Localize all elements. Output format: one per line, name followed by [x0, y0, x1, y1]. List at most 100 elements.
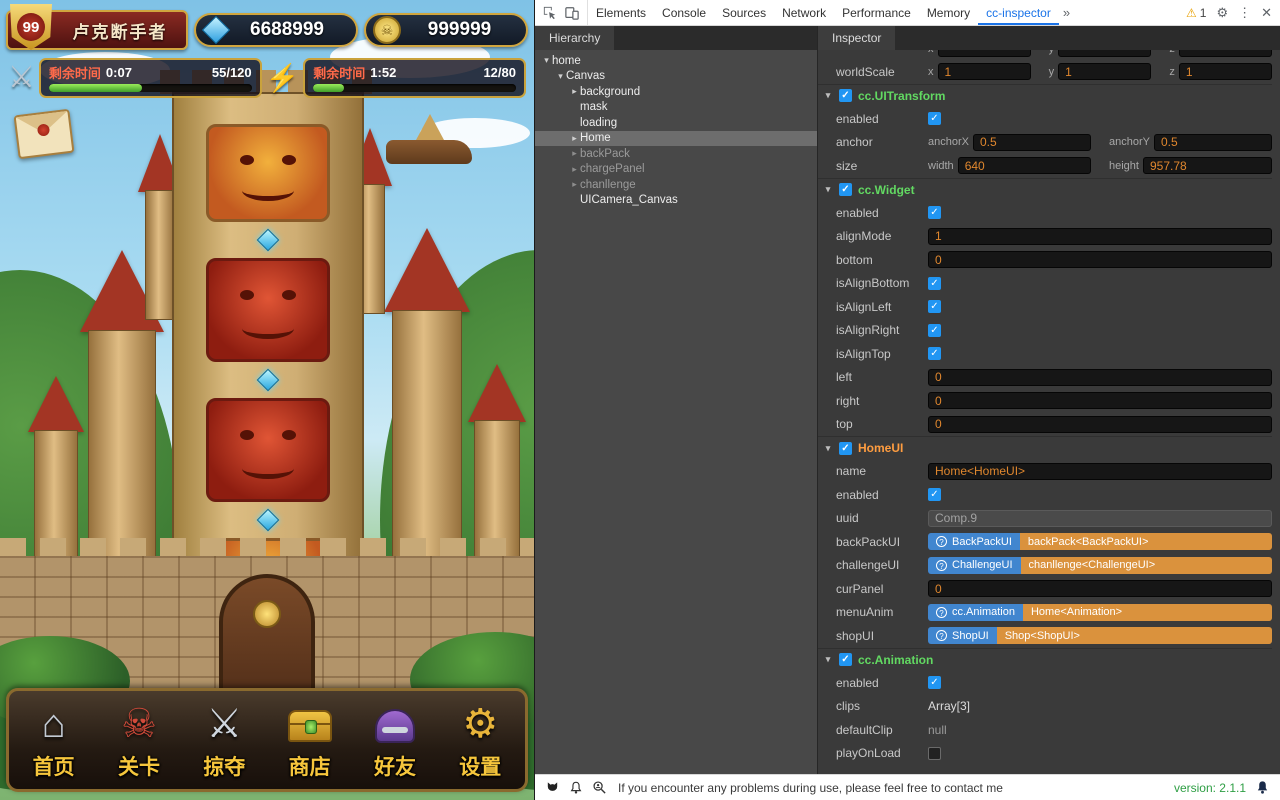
cc.UITransform-enabled-checkbox[interactable]: ✓ [839, 89, 852, 102]
hierarchy-node-loading[interactable]: loading [535, 115, 817, 131]
name-input[interactable]: Home<HomeUI> [928, 463, 1272, 480]
hierarchy-node-home[interactable]: ▾home [535, 53, 817, 69]
devtools-tab-performance[interactable]: Performance [834, 0, 919, 25]
nav-settings-button[interactable]: ⚙设置 [438, 697, 523, 785]
field-y-input[interactable] [1058, 50, 1151, 57]
component-header-cc.UITransform[interactable]: ▾✓cc.UITransform [818, 84, 1272, 108]
devtools-body: Hierarchy ▾home▾Canvas▸backgroundmaskloa… [535, 26, 1280, 774]
notification-bell-icon[interactable] [1255, 780, 1270, 795]
hierarchy-node-UICamera_Canvas[interactable]: UICamera_Canvas [535, 193, 817, 209]
playOnLoad-checkbox[interactable] [928, 747, 941, 760]
component-header-HomeUI[interactable]: ▾✓HomeUI [818, 436, 1272, 460]
worldScale-x-input[interactable]: 1 [938, 63, 1031, 80]
nav-plunder-button[interactable]: ⚔掠夺 [182, 697, 267, 785]
enabled-checkbox[interactable]: ✓ [928, 112, 941, 125]
isAlignRight-checkbox[interactable]: ✓ [928, 324, 941, 337]
reference-badge[interactable]: ?ShopUI [928, 627, 997, 644]
inspector-tab[interactable]: Inspector [818, 26, 895, 50]
expand-arrow-icon[interactable]: ▸ [569, 86, 580, 97]
top-input[interactable]: 0 [928, 416, 1272, 433]
nav-friends-button[interactable]: 好友 [352, 697, 437, 785]
isAlignTop-checkbox[interactable]: ✓ [928, 347, 941, 360]
bell-icon[interactable] [569, 781, 583, 795]
nav-shop-button[interactable]: 商店 [267, 697, 352, 785]
uuid-input[interactable]: Comp.9 [928, 510, 1272, 527]
devtools-tab-cc-inspector[interactable]: cc-inspector [978, 0, 1059, 25]
menuAnim-reference[interactable]: ?cc.AnimationHome<Animation> [928, 604, 1272, 621]
worldScale-y-input[interactable]: 1 [1058, 63, 1151, 80]
mail-button[interactable] [14, 109, 75, 159]
menu-kebab-icon[interactable]: ⋮ [1238, 5, 1251, 21]
bottom-input[interactable]: 0 [928, 251, 1272, 268]
worldScale-z-input[interactable]: 1 [1179, 63, 1272, 80]
expand-arrow-icon[interactable]: ▸ [569, 148, 580, 159]
tab-overflow-icon[interactable]: » [1059, 5, 1074, 20]
expand-arrow-icon[interactable]: ▸ [569, 133, 580, 144]
stamina-timer[interactable]: 剩余时间 0:07 55/120 [39, 58, 262, 98]
size-width-input[interactable]: 640 [958, 157, 1091, 174]
hierarchy-node-backPack[interactable]: ▸backPack [535, 146, 817, 162]
gold-currency[interactable]: ☠ 999999 [364, 13, 528, 47]
collapse-arrow-icon[interactable]: ▾ [541, 55, 552, 66]
warning-indicator[interactable]: ⚠ 1 [1186, 6, 1206, 20]
shopUI-reference[interactable]: ?ShopUIShop<ShopUI> [928, 627, 1272, 644]
field-x-input[interactable] [938, 50, 1031, 57]
github-icon[interactable] [545, 780, 560, 795]
hierarchy-node-background[interactable]: ▸background [535, 84, 817, 100]
inspect-element-icon[interactable] [543, 6, 557, 20]
devtools-tab-memory[interactable]: Memory [919, 0, 978, 25]
size-height-input[interactable]: 957.78 [1143, 157, 1272, 174]
isAlignLeft-checkbox[interactable]: ✓ [928, 300, 941, 313]
reference-badge[interactable]: ?cc.Animation [928, 604, 1023, 621]
devtools-tab-elements[interactable]: Elements [588, 0, 654, 25]
right-input[interactable]: 0 [928, 392, 1272, 409]
reference-badge[interactable]: ?BackPackUI [928, 533, 1020, 550]
devtools-tab-network[interactable]: Network [774, 0, 834, 25]
collapse-arrow-icon[interactable]: ▾ [823, 654, 833, 665]
nav-home-button[interactable]: ⌂首页 [11, 697, 96, 785]
backPackUI-reference[interactable]: ?BackPackUIbackPack<BackPackUI> [928, 533, 1272, 550]
cc.Widget-enabled-checkbox[interactable]: ✓ [839, 183, 852, 196]
collapse-arrow-icon[interactable]: ▾ [555, 71, 566, 82]
challengeUI-reference[interactable]: ?ChallengeUIchanllenge<ChallengeUI> [928, 557, 1272, 574]
curPanel-input[interactable]: 0 [928, 580, 1272, 597]
device-toolbar-icon[interactable] [565, 6, 579, 20]
collapse-arrow-icon[interactable]: ▾ [823, 90, 833, 101]
enabled-checkbox[interactable]: ✓ [928, 206, 941, 219]
hierarchy-node-mask[interactable]: mask [535, 100, 817, 116]
isAlignBottom-checkbox[interactable]: ✓ [928, 277, 941, 290]
player-banner[interactable]: 99 卢克断手者 [6, 10, 188, 50]
collapse-arrow-icon[interactable]: ▾ [823, 443, 833, 454]
hierarchy-node-Home[interactable]: ▸Home [535, 131, 817, 147]
collapse-arrow-icon[interactable]: ▾ [823, 184, 833, 195]
hierarchy-node-chanllenge[interactable]: ▸chanllenge [535, 177, 817, 193]
expand-arrow-icon[interactable]: ▸ [569, 179, 580, 190]
anchor-anchorX-input[interactable]: 0.5 [973, 134, 1091, 151]
enabled-checkbox[interactable]: ✓ [928, 676, 941, 689]
alignMode-input[interactable]: 1 [928, 228, 1272, 245]
devtools-statusbar: If you encounter any problems during use… [535, 774, 1280, 800]
HomeUI-enabled-checkbox[interactable]: ✓ [839, 442, 852, 455]
cc.Animation-enabled-checkbox[interactable]: ✓ [839, 653, 852, 666]
settings-gear-icon[interactable]: ⚙ [1216, 5, 1228, 21]
nav-levels-button[interactable]: ☠关卡 [96, 697, 181, 785]
expand-arrow-icon[interactable]: ▸ [569, 164, 580, 175]
hierarchy-node-Canvas[interactable]: ▾Canvas [535, 69, 817, 85]
contact-search-icon[interactable] [592, 780, 607, 795]
field-z-input[interactable] [1179, 50, 1272, 57]
enabled-checkbox[interactable]: ✓ [928, 488, 941, 501]
diamond-currency[interactable]: 6688999 [194, 13, 358, 47]
devtools-tab-sources[interactable]: Sources [714, 0, 774, 25]
anchor-anchorY-input[interactable]: 0.5 [1154, 134, 1272, 151]
hierarchy-node-chargePanel[interactable]: ▸chargePanel [535, 162, 817, 178]
component-header-cc.Animation[interactable]: ▾✓cc.Animation [818, 648, 1272, 672]
devtools-tab-console[interactable]: Console [654, 0, 714, 25]
close-icon[interactable]: ✕ [1261, 5, 1272, 21]
parapet [0, 538, 534, 558]
property-worldScale: worldScalex1y1z1 [818, 60, 1272, 84]
component-header-cc.Widget[interactable]: ▾✓cc.Widget [818, 178, 1272, 202]
energy-timer[interactable]: 剩余时间 1:52 12/80 [303, 58, 526, 98]
reference-badge[interactable]: ?ChallengeUI [928, 557, 1021, 574]
hierarchy-tab[interactable]: Hierarchy [535, 26, 614, 50]
left-input[interactable]: 0 [928, 369, 1272, 386]
